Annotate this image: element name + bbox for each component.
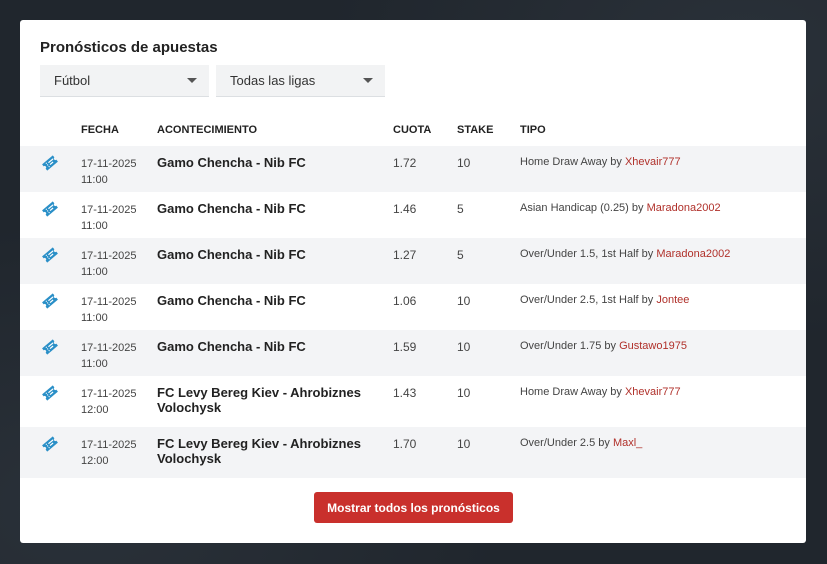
- row-stake: 10: [457, 340, 471, 354]
- row-user-link[interactable]: Jontee: [656, 294, 689, 306]
- ticket-icon: [42, 436, 58, 452]
- row-user-link[interactable]: Xhevair777: [625, 386, 681, 398]
- row-odds: 1.46: [393, 202, 417, 216]
- row-event[interactable]: Gamo Chencha - Nib FC: [157, 247, 372, 262]
- row-date: 17-11-2025 11:00: [81, 342, 137, 370]
- row-date: 17-11-2025 11:00: [81, 296, 137, 324]
- row-user-link[interactable]: Maxl_: [613, 437, 642, 449]
- row-type: Over/Under 2.5, 1st Half by Jontee: [520, 294, 690, 306]
- table-row[interactable]: 17-11-2025 11:00 Gamo Chencha - Nib FC 1…: [20, 146, 806, 192]
- ticket-icon: [42, 155, 58, 171]
- row-user-link[interactable]: Gustawo1975: [619, 340, 687, 352]
- row-user-link[interactable]: Maradona2002: [656, 248, 730, 260]
- table-row[interactable]: 17-11-2025 11:00 Gamo Chencha - Nib FC 1…: [20, 192, 806, 238]
- show-all-predictions-button[interactable]: Mostrar todos los pronósticos: [314, 492, 513, 523]
- table-row[interactable]: 17-11-2025 11:00 Gamo Chencha - Nib FC 1…: [20, 284, 806, 330]
- header-odds: CUOTA: [393, 124, 432, 136]
- row-stake: 10: [457, 437, 471, 451]
- table-row[interactable]: 17-11-2025 11:00 Gamo Chencha - Nib FC 1…: [20, 330, 806, 376]
- table-row[interactable]: 17-11-2025 11:00 Gamo Chencha - Nib FC 1…: [20, 238, 806, 284]
- row-stake: 10: [457, 386, 471, 400]
- row-stake: 5: [457, 248, 464, 262]
- header-date: FECHA: [81, 124, 119, 136]
- row-event[interactable]: FC Levy Bereg Kiev - Ahrobiznes Volochys…: [157, 436, 372, 466]
- ticket-icon: [42, 293, 58, 309]
- row-stake: 10: [457, 156, 471, 170]
- row-stake: 5: [457, 202, 464, 216]
- ticket-icon: [42, 339, 58, 355]
- row-type: Over/Under 1.75 by Gustawo1975: [520, 340, 687, 352]
- sport-select-value: Fútbol: [54, 73, 91, 88]
- ticket-icon: [42, 247, 58, 263]
- header-event: ACONTECIMIENTO: [157, 124, 258, 136]
- row-type: Home Draw Away by Xhevair777: [520, 386, 681, 398]
- sport-select[interactable]: Fútbol: [40, 65, 209, 97]
- row-type: Home Draw Away by Xhevair777: [520, 156, 681, 168]
- row-user-link[interactable]: Xhevair777: [625, 156, 681, 168]
- row-odds: 1.72: [393, 156, 417, 170]
- table-row[interactable]: 17-11-2025 12:00 FC Levy Bereg Kiev - Ah…: [20, 427, 806, 478]
- row-type: Asian Handicap (0.25) by Maradona2002: [520, 202, 721, 214]
- predictions-widget: Pronósticos de apuestas Fútbol Todas las…: [20, 20, 806, 543]
- row-event[interactable]: Gamo Chencha - Nib FC: [157, 339, 372, 354]
- table-row[interactable]: 17-11-2025 12:00 FC Levy Bereg Kiev - Ah…: [20, 376, 806, 427]
- row-event[interactable]: Gamo Chencha - Nib FC: [157, 155, 372, 170]
- ticket-icon: [42, 385, 58, 401]
- row-date: 17-11-2025 12:00: [81, 439, 137, 467]
- row-event[interactable]: FC Levy Bereg Kiev - Ahrobiznes Volochys…: [157, 385, 372, 415]
- row-type: Over/Under 2.5 by Maxl_: [520, 437, 643, 449]
- league-select[interactable]: Todas las ligas: [216, 65, 385, 97]
- row-date: 17-11-2025 11:00: [81, 158, 137, 186]
- caret-down-icon: [363, 78, 373, 83]
- caret-down-icon: [187, 78, 197, 83]
- league-select-value: Todas las ligas: [230, 73, 316, 88]
- table-header: FECHA ACONTECIMIENTO CUOTA STAKE TIPO: [20, 124, 806, 140]
- row-type: Over/Under 1.5, 1st Half by Maradona2002: [520, 248, 731, 260]
- row-odds: 1.06: [393, 294, 417, 308]
- row-odds: 1.59: [393, 340, 417, 354]
- widget-title: Pronósticos de apuestas: [40, 39, 218, 56]
- row-odds: 1.70: [393, 437, 417, 451]
- row-event[interactable]: Gamo Chencha - Nib FC: [157, 293, 372, 308]
- row-date: 17-11-2025 11:00: [81, 204, 137, 232]
- row-user-link[interactable]: Maradona2002: [647, 202, 721, 214]
- row-date: 17-11-2025 11:00: [81, 250, 137, 278]
- header-type: TIPO: [520, 124, 546, 136]
- row-date: 17-11-2025 12:00: [81, 388, 137, 416]
- predictions-table: 17-11-2025 11:00 Gamo Chencha - Nib FC 1…: [20, 146, 806, 478]
- row-odds: 1.27: [393, 248, 417, 262]
- row-stake: 10: [457, 294, 471, 308]
- ticket-icon: [42, 201, 58, 217]
- row-odds: 1.43: [393, 386, 417, 400]
- row-event[interactable]: Gamo Chencha - Nib FC: [157, 201, 372, 216]
- header-stake: STAKE: [457, 124, 494, 136]
